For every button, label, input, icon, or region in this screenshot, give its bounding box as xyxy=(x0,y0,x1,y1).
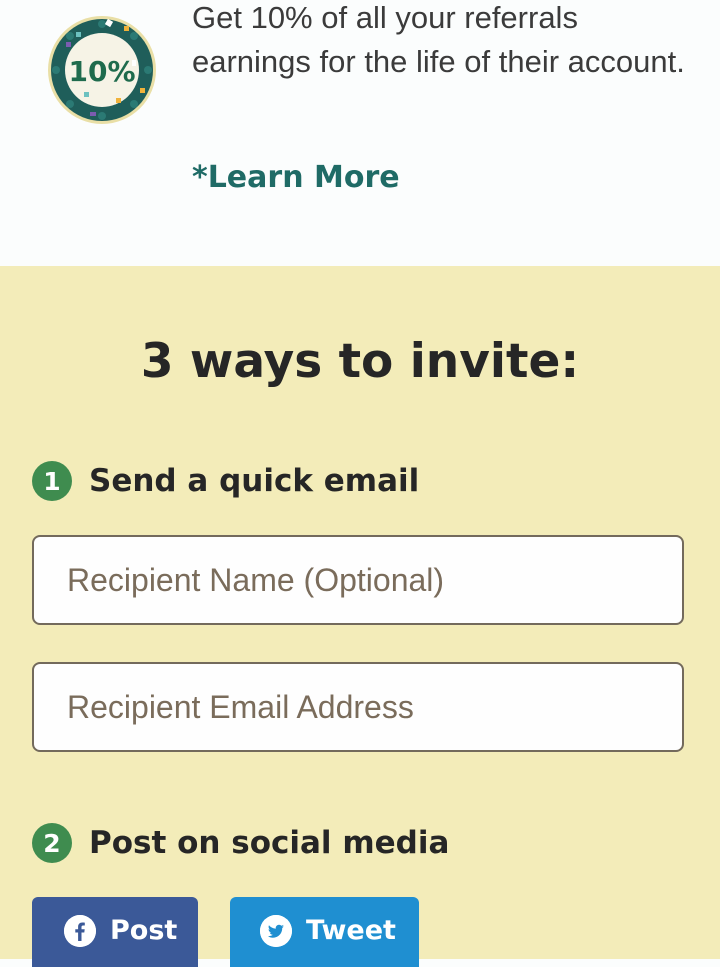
badge-text: 10% xyxy=(68,55,135,88)
step-label: Post on social media xyxy=(89,825,450,861)
recipient-email-input[interactable] xyxy=(32,662,684,752)
step-label: Send a quick email xyxy=(89,463,420,499)
twitter-icon xyxy=(260,915,292,947)
twitter-tweet-label: Tweet xyxy=(306,915,396,946)
step-number-badge: 1 xyxy=(32,461,72,501)
learn-more-link[interactable]: *Learn More xyxy=(192,160,400,195)
step-1-heading: 1 Send a quick email xyxy=(32,461,419,501)
step-number-badge: 2 xyxy=(32,823,72,863)
recipient-name-input[interactable] xyxy=(32,535,684,625)
facebook-post-button[interactable]: Post xyxy=(32,897,198,967)
ten-percent-badge-icon: 10% xyxy=(46,14,158,126)
invite-title: 3 ways to invite: xyxy=(140,334,580,389)
facebook-icon xyxy=(64,915,96,947)
promo-text: Get 10% of all your referrals earnings f… xyxy=(192,0,685,79)
promo-section: 10% Get 10% of all your referrals earnin… xyxy=(0,0,720,266)
facebook-post-label: Post xyxy=(110,915,178,946)
step-2-heading: 2 Post on social media xyxy=(32,823,449,863)
twitter-tweet-button[interactable]: Tweet xyxy=(230,897,419,967)
